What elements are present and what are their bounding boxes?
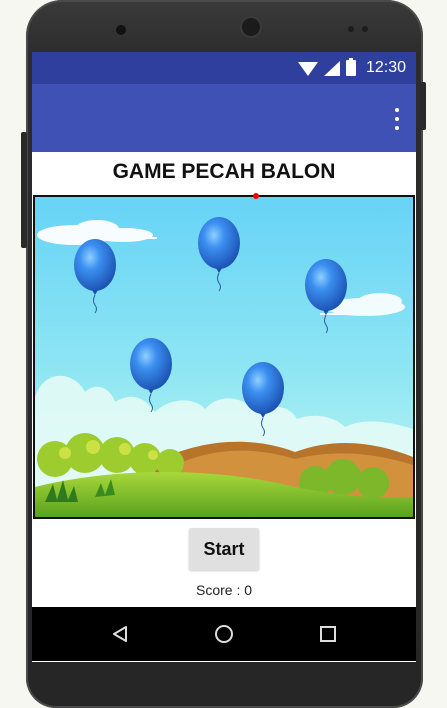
proximity-sensor (348, 26, 354, 32)
light-sensor (362, 26, 368, 32)
status-bar: 12:30 (32, 52, 416, 84)
signal-icon (323, 60, 340, 76)
sprite-marker (253, 193, 259, 199)
earpiece-speaker (242, 18, 260, 36)
wifi-icon (297, 62, 318, 76)
device-screen: 12:30 GAME PECAH BALON Start Score: 0 (32, 52, 416, 662)
status-time: 12:30 (365, 59, 406, 76)
start-button[interactable]: Start (189, 528, 259, 570)
recent-square-icon[interactable] (308, 614, 348, 654)
front-camera (116, 25, 126, 35)
battery-icon (345, 58, 356, 76)
app-bar (32, 84, 416, 152)
power-button (420, 82, 426, 130)
navigation-bar (32, 607, 416, 661)
home-circle-icon[interactable] (204, 614, 244, 654)
overflow-menu-icon[interactable] (392, 108, 402, 130)
game-canvas[interactable] (33, 195, 415, 519)
score-label: Score : 0 (195, 582, 253, 598)
volume-button (21, 132, 27, 248)
back-triangle-icon[interactable] (100, 614, 140, 654)
game-title: GAME PECAH BALON (112, 160, 336, 183)
